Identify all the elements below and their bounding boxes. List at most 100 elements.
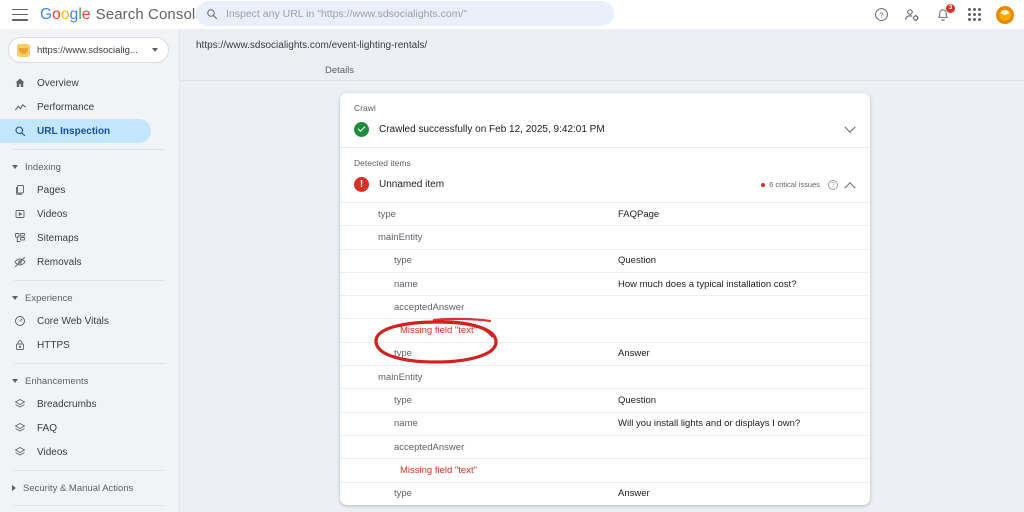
sidebar-item-overview[interactable]: Overview: [0, 71, 179, 95]
sidebar-item-label: Pages: [37, 184, 66, 196]
crawl-status-row[interactable]: Crawled successfully on Feb 12, 2025, 9:…: [354, 121, 856, 137]
sidebar-item-sitemaps[interactable]: Sitemaps: [0, 226, 179, 250]
structured-data-key: type: [394, 395, 412, 407]
structured-data-row: acceptedAnswer: [340, 434, 870, 458]
sidebar-item-breadcrumbs[interactable]: Breadcrumbs: [0, 392, 179, 416]
chevron-down-icon: [12, 296, 18, 300]
sidebar-item-core-web-vitals[interactable]: Core Web Vitals: [0, 309, 179, 333]
structured-data-rows: type FAQPage mainEntity type Question name How…: [340, 202, 870, 505]
sidebar-item-pages[interactable]: Pages: [0, 178, 179, 202]
left-sidebar: https://www.sdsocialig... Overview Perfo…: [0, 29, 180, 512]
details-tab-row: Details: [180, 61, 1024, 81]
chevron-right-icon: [12, 485, 16, 491]
enhancement-icon: [14, 398, 31, 410]
notification-bell-icon[interactable]: 3: [934, 3, 955, 24]
removals-icon: [14, 256, 31, 268]
structured-data-value: Answer: [618, 348, 650, 360]
detected-item-title: Unnamed item: [379, 179, 445, 190]
sidebar-item-videos-enhancements[interactable]: Videos: [0, 440, 179, 464]
structured-data-row: type FAQPage: [340, 202, 870, 225]
critical-issues-badge: 6 critical issues: [761, 180, 820, 189]
critical-issues-text: 6 critical issues: [769, 180, 820, 189]
chevron-down-icon: [152, 48, 158, 52]
structured-data-row: name How much does a typical installation…: [340, 271, 870, 295]
structured-data-row: acceptedAnswer: [340, 295, 870, 318]
sidebar-item-https[interactable]: HTTPS: [0, 333, 179, 357]
sidebar-section-experience[interactable]: Experience: [0, 287, 179, 309]
inspection-result-card: Crawl Crawled successfully on Feb 12, 20…: [340, 93, 870, 505]
logo-letter: g: [69, 5, 79, 23]
structured-data-key: acceptedAnswer: [394, 301, 465, 313]
core-web-vitals-icon: [14, 315, 31, 327]
url-inspection-search-bar[interactable]: [196, 1, 614, 26]
search-icon: [14, 125, 31, 137]
sidebar-item-videos-indexing[interactable]: Videos: [0, 202, 179, 226]
property-selector[interactable]: https://www.sdsocialig...: [8, 37, 169, 63]
sidebar-item-label: FAQ: [37, 422, 58, 434]
chevron-down-icon[interactable]: [844, 121, 856, 133]
logo-letter: e: [81, 5, 91, 23]
logo-letter: o: [52, 5, 61, 23]
sidebar-section-indexing[interactable]: Indexing: [0, 156, 179, 178]
hamburger-menu-icon[interactable]: [12, 8, 28, 21]
help-question-icon[interactable]: ?: [828, 179, 838, 190]
status-dot-icon: [761, 182, 766, 187]
structured-data-key: type: [378, 208, 396, 220]
sidebar-item-label: Videos: [37, 446, 68, 458]
sidebar-item-url-inspection[interactable]: URL Inspection: [0, 119, 151, 143]
sidebar-divider: [14, 280, 165, 281]
sidebar-divider: [14, 149, 165, 150]
success-check-icon: [354, 122, 369, 137]
detected-items-label: Detected items: [354, 158, 411, 168]
inspected-url-bar: https://www.sdsocialights.com/event-ligh…: [180, 29, 1024, 61]
top-bar-icon-group: ? 3: [872, 0, 1018, 29]
lock-icon: [14, 339, 31, 351]
structured-data-key: name: [394, 418, 418, 430]
card-container: Crawl Crawled successfully on Feb 12, 20…: [180, 81, 1024, 505]
tab-details[interactable]: Details: [325, 65, 354, 80]
product-name: Search Console: [95, 5, 204, 23]
sidebar-item-faq[interactable]: FAQ: [0, 416, 179, 440]
video-icon: [14, 208, 31, 220]
sidebar-section-label: Experience: [25, 292, 73, 304]
chevron-down-icon: [12, 165, 18, 169]
structured-data-error: Missing field "text": [400, 325, 477, 337]
sidebar-divider: [14, 470, 165, 471]
sidebar-item-performance[interactable]: Performance: [0, 95, 179, 119]
user-avatar[interactable]: [996, 5, 1014, 24]
main-content: https://www.sdsocialights.com/event-ligh…: [180, 29, 1024, 512]
sidebar-item-label: Core Web Vitals: [37, 315, 109, 327]
sitemap-icon: [14, 232, 31, 244]
structured-data-value: Will you install lights and or displays …: [618, 418, 801, 430]
home-icon: [14, 77, 31, 89]
detected-item-row[interactable]: Unnamed item 6 critical issues ?: [354, 177, 856, 193]
sidebar-item-label: HTTPS: [37, 339, 70, 351]
detected-items-section: Detected items Unnamed item 6 critical i…: [340, 148, 870, 202]
structured-data-value: Answer: [618, 488, 650, 500]
sidebar-item-label: Overview: [37, 77, 79, 89]
sidebar-section-security-manual-actions[interactable]: Security & Manual Actions: [0, 477, 179, 499]
performance-chart-icon: [14, 101, 31, 114]
logo-letter: G: [40, 5, 53, 23]
search-input[interactable]: [226, 7, 596, 20]
sidebar-section-enhancements[interactable]: Enhancements: [0, 370, 179, 392]
structured-data-row: mainEntity: [340, 365, 870, 388]
sidebar-section-label: Enhancements: [25, 375, 89, 387]
structured-data-key: type: [394, 348, 412, 360]
enhancement-icon: [14, 446, 31, 458]
crawl-status-text: Crawled successfully on Feb 12, 2025, 9:…: [379, 124, 605, 135]
apps-grid-icon[interactable]: [965, 6, 983, 24]
notification-badge: 3: [946, 3, 955, 13]
sidebar-nav-list: Overview Performance URL Inspection Inde…: [0, 71, 179, 512]
sidebar-item-removals[interactable]: Removals: [0, 250, 179, 274]
structured-data-key: acceptedAnswer: [394, 441, 465, 453]
sidebar-divider: [14, 363, 165, 364]
sidebar-divider: [14, 505, 165, 506]
sidebar-item-label: Removals: [37, 256, 82, 268]
structured-data-row: Missing field "text": [340, 318, 870, 341]
help-icon[interactable]: ?: [872, 6, 890, 24]
structured-data-key: mainEntity: [378, 231, 423, 243]
account-settings-icon[interactable]: [903, 6, 921, 24]
chevron-up-icon[interactable]: [844, 181, 856, 193]
error-icon: [354, 177, 369, 192]
